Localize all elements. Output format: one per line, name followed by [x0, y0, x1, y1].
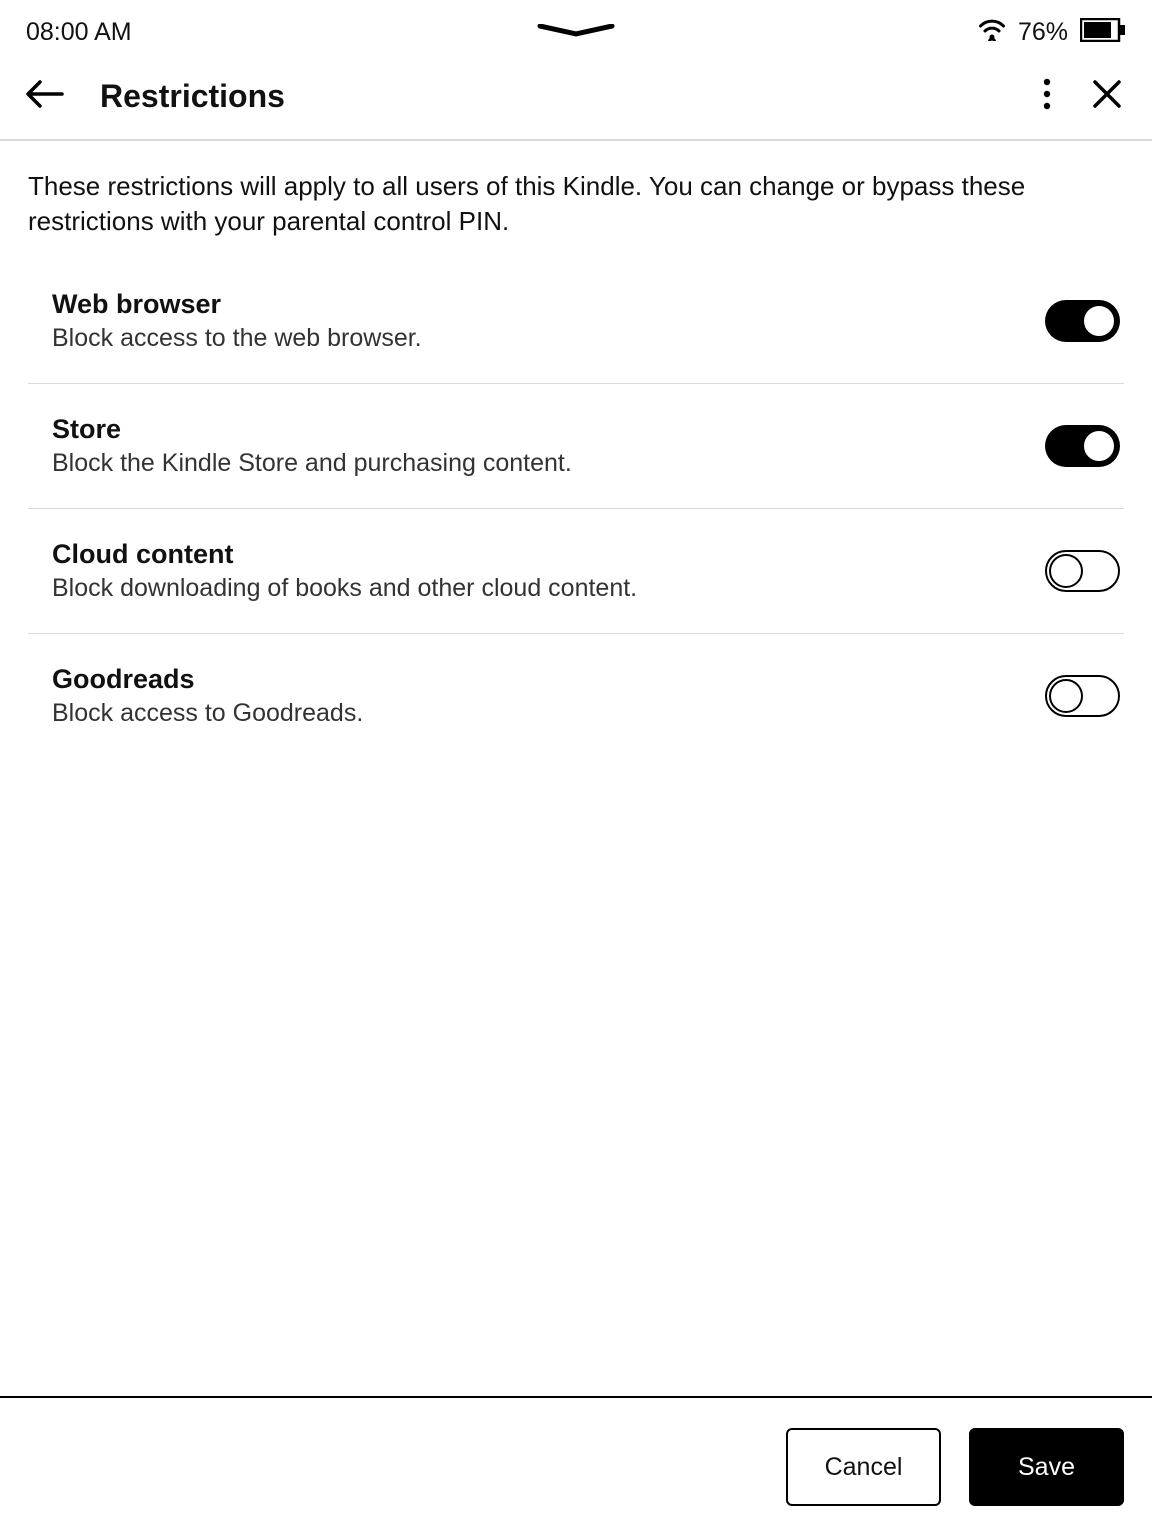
more-vertical-icon [1042, 77, 1052, 111]
back-button[interactable] [26, 79, 64, 114]
item-title: Goodreads [52, 664, 1045, 695]
toggle-store[interactable] [1045, 425, 1120, 467]
wifi-icon [978, 19, 1006, 46]
item-title: Web browser [52, 289, 1045, 320]
toggle-web-browser[interactable] [1045, 300, 1120, 342]
battery-percentage: 76% [1018, 18, 1068, 47]
toggle-cloud-content[interactable] [1045, 550, 1120, 592]
header: Restrictions [0, 60, 1152, 141]
item-title: Cloud content [52, 539, 1045, 570]
status-time: 08:00 AM [26, 18, 132, 47]
restriction-item-web-browser: Web browser Block access to the web brow… [28, 259, 1124, 384]
more-options-button[interactable] [1042, 77, 1052, 116]
close-icon [1092, 79, 1122, 109]
item-description: Block the Kindle Store and purchasing co… [52, 449, 1045, 478]
pull-down-handle-icon[interactable] [536, 24, 616, 43]
restrictions-list: Web browser Block access to the web brow… [0, 259, 1152, 758]
item-title: Store [52, 414, 1045, 445]
status-right: 76% [978, 18, 1126, 47]
restriction-item-cloud-content: Cloud content Block downloading of books… [28, 509, 1124, 634]
arrow-left-icon [26, 79, 64, 109]
page-description: These restrictions will apply to all use… [0, 141, 1152, 259]
restriction-item-store: Store Block the Kindle Store and purchas… [28, 384, 1124, 509]
page-title: Restrictions [100, 78, 285, 115]
cancel-button[interactable]: Cancel [786, 1428, 941, 1506]
toggle-goodreads[interactable] [1045, 675, 1120, 717]
battery-icon [1080, 18, 1126, 47]
item-description: Block access to the web browser. [52, 324, 1045, 353]
status-bar: 08:00 AM 76% [0, 0, 1152, 60]
footer: Cancel Save [0, 1396, 1152, 1536]
save-button[interactable]: Save [969, 1428, 1124, 1506]
item-description: Block downloading of books and other clo… [52, 574, 1045, 603]
restriction-item-goodreads: Goodreads Block access to Goodreads. [28, 634, 1124, 758]
close-button[interactable] [1092, 79, 1122, 114]
item-description: Block access to Goodreads. [52, 699, 1045, 728]
